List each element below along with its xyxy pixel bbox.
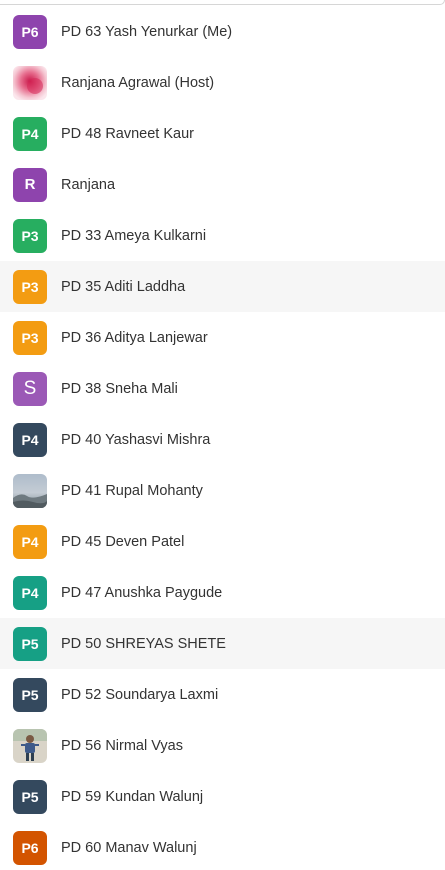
- participant-name: PD 52 Soundarya Laxmi: [61, 686, 219, 703]
- avatar: R: [13, 167, 47, 202]
- participant-row[interactable]: P3 PD 33 Ameya Kulkarni: [0, 210, 445, 261]
- participant-row[interactable]: P4 PD 45 Deven Patel: [0, 516, 445, 567]
- participant-row[interactable]: P5 PD 59 Kundan Walunj: [0, 771, 445, 822]
- participant-name: PD 56 Nirmal Vyas: [61, 737, 183, 754]
- participant-row[interactable]: P6 PD 63 Yash Yenurkar (Me): [0, 6, 445, 57]
- participant-row[interactable]: PD 56 Nirmal Vyas: [0, 720, 445, 771]
- avatar: [13, 65, 47, 100]
- participant-row[interactable]: P3 PD 36 Aditya Lanjewar: [0, 312, 445, 363]
- participant-name: PD 50 SHREYAS SHETE: [61, 635, 226, 652]
- pink-photo-icon: [13, 65, 47, 100]
- avatar: S: [13, 371, 47, 406]
- participant-row[interactable]: S PD 38 Sneha Mali: [0, 363, 445, 414]
- participant-row[interactable]: PD 41 Rupal Mohanty: [0, 465, 445, 516]
- participant-name: PD 36 Aditya Lanjewar: [61, 329, 208, 346]
- participant-name: Ranjana: [61, 176, 116, 193]
- avatar: P5: [13, 677, 47, 712]
- avatar: P5: [13, 626, 47, 661]
- sky-photo-icon: [13, 473, 47, 508]
- participant-name: PD 60 Manav Walunj: [61, 839, 197, 856]
- avatar: P4: [13, 116, 47, 151]
- person-photo-icon: [13, 728, 47, 763]
- panel-top-edge: [0, 0, 445, 5]
- participant-name: PD 40 Yashasvi Mishra: [61, 431, 211, 448]
- participant-row-hovered[interactable]: P3 PD 35 Aditi Laddha: [0, 261, 445, 312]
- avatar: P3: [13, 269, 47, 304]
- avatar: P3: [13, 320, 47, 355]
- avatar: P4: [13, 575, 47, 610]
- avatar: P4: [13, 524, 47, 559]
- participant-row[interactable]: P4 PD 47 Anushka Paygude: [0, 567, 445, 618]
- participant-row-hovered[interactable]: P5 PD 50 SHREYAS SHETE: [0, 618, 445, 669]
- participant-name: PD 33 Ameya Kulkarni: [61, 227, 207, 244]
- participant-row[interactable]: Ranjana Agrawal (Host): [0, 57, 445, 108]
- participant-list: P6 PD 63 Yash Yenurkar (Me) Ranjana Agra…: [0, 6, 445, 870]
- participant-name: PD 41 Rupal Mohanty: [61, 482, 203, 499]
- participant-name: Ranjana Agrawal (Host): [61, 74, 215, 91]
- avatar: [13, 473, 47, 508]
- participant-row[interactable]: P4 PD 40 Yashasvi Mishra: [0, 414, 445, 465]
- avatar: P6: [13, 830, 47, 865]
- participant-name: PD 48 Ravneet Kaur: [61, 125, 194, 142]
- participant-name: PD 59 Kundan Walunj: [61, 788, 204, 805]
- participant-name: PD 47 Anushka Paygude: [61, 584, 223, 601]
- avatar: [13, 728, 47, 763]
- participant-row[interactable]: R Ranjana: [0, 159, 445, 210]
- participant-row[interactable]: P4 PD 48 Ravneet Kaur: [0, 108, 445, 159]
- avatar: P4: [13, 422, 47, 457]
- avatar: P6: [13, 14, 47, 49]
- avatar: P3: [13, 218, 47, 253]
- participant-name: PD 38 Sneha Mali: [61, 380, 178, 397]
- participant-row[interactable]: P5 PD 52 Soundarya Laxmi: [0, 669, 445, 720]
- participant-name: PD 63 Yash Yenurkar (Me): [61, 23, 233, 40]
- avatar: P5: [13, 779, 47, 814]
- participant-row[interactable]: P6 PD 60 Manav Walunj: [0, 822, 445, 870]
- participants-panel: P6 PD 63 Yash Yenurkar (Me) Ranjana Agra…: [0, 0, 445, 870]
- participant-name: PD 35 Aditi Laddha: [61, 278, 186, 295]
- participant-name: PD 45 Deven Patel: [61, 533, 185, 550]
